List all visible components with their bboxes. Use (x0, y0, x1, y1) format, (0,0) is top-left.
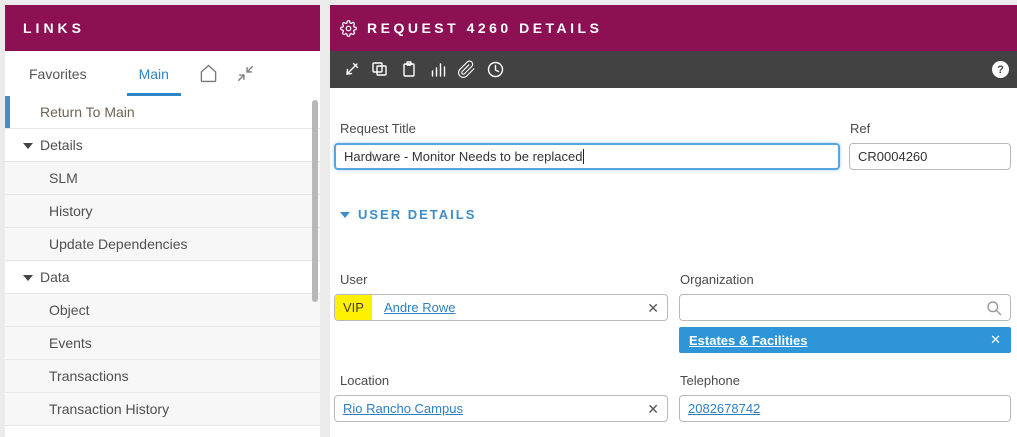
request-form: Request Title Hardware - Monitor Needs t… (330, 88, 1017, 437)
sidebar-item-transaction-history[interactable]: Transaction History (5, 393, 320, 426)
request-title-label: Request Title (340, 121, 416, 136)
sidebar-scrollbar[interactable] (311, 98, 319, 435)
sidebar-item-details[interactable]: Details (5, 129, 320, 162)
pin-icon[interactable] (336, 56, 365, 84)
copy-icon[interactable] (365, 56, 394, 84)
clock-icon[interactable] (481, 56, 510, 84)
gear-icon[interactable] (340, 20, 357, 37)
remove-organization-icon[interactable]: ✕ (990, 332, 1001, 348)
selected-indicator (5, 96, 10, 128)
sidebar-item-transactions[interactable]: Transactions (5, 360, 320, 393)
search-icon[interactable] (986, 300, 1002, 316)
request-title-input[interactable]: Hardware - Monitor Needs to be replaced (334, 143, 840, 170)
user-input[interactable]: VIP Andre Rowe ✕ (334, 294, 668, 321)
caret-down-icon (340, 212, 350, 218)
tab-favorites[interactable]: Favorites (17, 55, 99, 96)
organization-chip: Estates & Facilities ✕ (679, 327, 1011, 353)
sidebar-item-slm[interactable]: SLM (5, 162, 320, 195)
page-title: REQUEST 4260 DETAILS (367, 20, 602, 36)
location-link[interactable]: Rio Rancho Campus (343, 401, 463, 416)
request-title-value: Hardware - Monitor Needs to be replaced (344, 149, 582, 164)
paperclip-icon[interactable] (452, 56, 481, 84)
request-toolbar: ? (330, 51, 1017, 88)
organization-label: Organization (680, 272, 754, 287)
user-link[interactable]: Andre Rowe (384, 300, 456, 315)
organization-input[interactable] (679, 294, 1011, 321)
user-details-section-toggle[interactable]: USER DETAILS (340, 207, 476, 222)
clear-user-icon[interactable]: ✕ (647, 301, 659, 315)
sidebar-nav: Return To Main Details SLM History Updat… (5, 96, 320, 437)
home-icon[interactable] (199, 64, 218, 83)
sidebar-item-history[interactable]: History (5, 195, 320, 228)
tab-main[interactable]: Main (127, 55, 181, 96)
links-panel: LINKS Favorites Main Return To Main (5, 5, 320, 437)
request-details-panel: REQUEST 4260 DETAILS (330, 5, 1017, 437)
text-cursor (583, 149, 584, 164)
user-label: User (340, 272, 367, 287)
sidebar-item-update-dependencies[interactable]: Update Dependencies (5, 228, 320, 261)
request-details-header: REQUEST 4260 DETAILS (330, 5, 1017, 51)
caret-down-icon (23, 143, 33, 149)
help-icon[interactable]: ? (992, 61, 1009, 78)
clipboard-icon[interactable] (394, 56, 423, 84)
ref-input[interactable]: CR0004260 (849, 143, 1011, 170)
screen: LINKS Favorites Main Return To Main (0, 0, 1017, 437)
sidebar-item-data[interactable]: Data (5, 261, 320, 294)
organization-chip-link[interactable]: Estates & Facilities (689, 333, 808, 348)
location-input[interactable]: Rio Rancho Campus ✕ (334, 395, 668, 422)
telephone-input[interactable]: 2082678742 (679, 395, 1011, 422)
clear-location-icon[interactable]: ✕ (647, 402, 659, 416)
user-details-section-title: USER DETAILS (358, 207, 476, 222)
vip-badge: VIP (335, 295, 372, 320)
ref-label: Ref (850, 121, 870, 136)
caret-down-icon (23, 275, 33, 281)
links-panel-header: LINKS (5, 5, 320, 51)
links-panel-title: LINKS (23, 20, 85, 36)
scrollbar-thumb[interactable] (312, 100, 318, 302)
sidebar-item-events[interactable]: Events (5, 327, 320, 360)
telephone-label: Telephone (680, 373, 740, 388)
telephone-link[interactable]: 2082678742 (688, 401, 760, 416)
ref-value: CR0004260 (858, 149, 927, 164)
location-label: Location (340, 373, 389, 388)
links-tabs: Favorites Main (5, 51, 320, 96)
bar-chart-icon[interactable] (423, 56, 452, 84)
compress-icon[interactable] (236, 64, 255, 83)
sidebar-item-object[interactable]: Object (5, 294, 320, 327)
sidebar-item-return-to-main[interactable]: Return To Main (5, 96, 320, 129)
